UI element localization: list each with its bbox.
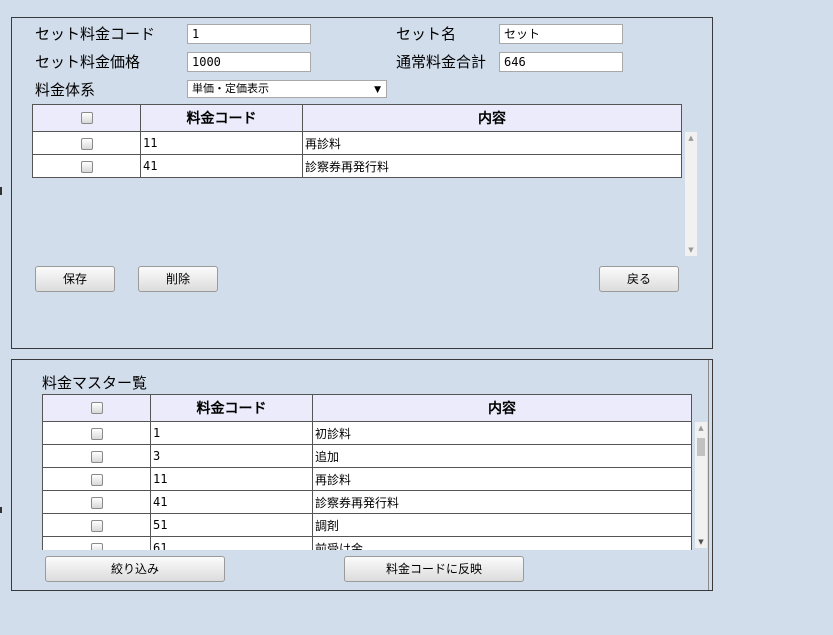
row-code: 11	[140, 131, 303, 155]
table-row[interactable]: 61 前受け金	[42, 536, 692, 550]
row-code: 41	[150, 490, 313, 514]
set-fee-edit-panel: セット料金コード 1 セット名 セット セット料金価格 1000 通常料金合計 …	[11, 17, 713, 349]
set-table-scrollbar[interactable]: ▲ ▼	[685, 132, 697, 256]
fee-system-selected-value: 単価・定価表示	[192, 82, 269, 95]
select-all-cell	[32, 104, 141, 132]
delete-button[interactable]: 削除	[138, 266, 218, 292]
row-checkbox[interactable]	[90, 427, 103, 440]
set-code-input[interactable]: 1	[187, 24, 311, 44]
table-row[interactable]: 3 追加	[42, 444, 692, 468]
table-row[interactable]: 11 再診料	[42, 467, 692, 491]
row-content: 再診料	[312, 467, 692, 491]
scroll-up-icon[interactable]: ▲	[695, 422, 707, 434]
row-checkbox[interactable]	[90, 450, 103, 463]
row-checkbox-cell	[42, 490, 151, 514]
row-content: 初診料	[312, 421, 692, 445]
row-checkbox[interactable]	[80, 160, 93, 173]
row-checkbox-cell	[42, 421, 151, 445]
row-content: 追加	[312, 444, 692, 468]
filter-button[interactable]: 絞り込み	[45, 556, 225, 582]
row-checkbox[interactable]	[90, 542, 103, 550]
set-name-input[interactable]: セット	[499, 24, 623, 44]
fee-system-label: 料金体系	[35, 81, 96, 99]
row-content: 再診料	[302, 131, 682, 155]
normal-total-input[interactable]: 646	[499, 52, 623, 72]
save-button[interactable]: 保存	[35, 266, 115, 292]
column-header-content: 内容	[312, 394, 692, 422]
fee-master-table: 料金コード 内容 1 初診料 3 追加 11 再診料 41 診察券再発行料 51…	[42, 394, 692, 550]
row-checkbox-cell	[42, 536, 151, 550]
row-checkbox[interactable]	[90, 473, 103, 486]
row-checkbox[interactable]	[80, 137, 93, 150]
back-button[interactable]: 戻る	[599, 266, 679, 292]
set-price-input[interactable]: 1000	[187, 52, 311, 72]
column-header-content: 内容	[302, 104, 682, 132]
row-code: 51	[150, 513, 313, 537]
table-row[interactable]: 41 診察券再発行料	[32, 154, 682, 178]
select-all-cell	[42, 394, 151, 422]
row-checkbox-cell	[42, 513, 151, 537]
row-checkbox[interactable]	[90, 496, 103, 509]
set-price-label: セット料金価格	[35, 53, 141, 71]
select-all-checkbox[interactable]	[80, 112, 93, 124]
set-name-label: セット名	[396, 25, 457, 43]
row-checkbox-cell	[32, 131, 141, 155]
scroll-thumb[interactable]	[697, 438, 705, 456]
fee-master-title: 料金マスター覧	[42, 374, 148, 392]
set-items-table: 料金コード 内容 11 再診料 41 診察券再発行料	[32, 104, 682, 178]
dropdown-arrow-icon: ▼	[374, 85, 381, 95]
row-code: 41	[140, 154, 303, 178]
scroll-down-icon[interactable]: ▼	[685, 244, 697, 256]
row-code: 11	[150, 467, 313, 491]
row-code: 3	[150, 444, 313, 468]
fee-master-list-viewport: 料金コード 内容 1 初診料 3 追加 11 再診料 41 診察券再発行料 51…	[42, 394, 694, 550]
table-row[interactable]: 11 再診料	[32, 131, 682, 155]
table-row[interactable]: 1 初診料	[42, 421, 692, 445]
row-checkbox-cell	[32, 154, 141, 178]
scroll-up-icon[interactable]: ▲	[685, 132, 697, 144]
window-edge-mark	[0, 187, 2, 195]
row-code: 61	[150, 536, 313, 550]
row-content: 前受け金	[312, 536, 692, 550]
column-header-code: 料金コード	[150, 394, 313, 422]
fee-system-select[interactable]: 単価・定価表示 ▼	[187, 80, 387, 98]
set-code-label: セット料金コード	[35, 25, 156, 43]
table-header-row: 料金コード 内容	[42, 394, 692, 422]
window-edge-mark	[0, 507, 2, 513]
row-content: 調剤	[312, 513, 692, 537]
row-checkbox-cell	[42, 467, 151, 491]
table-row[interactable]: 41 診察券再発行料	[42, 490, 692, 514]
row-code: 1	[150, 421, 313, 445]
table-header-row: 料金コード 内容	[32, 104, 682, 132]
row-checkbox[interactable]	[90, 519, 103, 532]
fee-master-scrollbar[interactable]: ▲ ▼	[695, 422, 707, 548]
row-content: 診察券再発行料	[302, 154, 682, 178]
table-row[interactable]: 51 調剤	[42, 513, 692, 537]
fee-master-list-panel: 料金マスター覧 料金コード 内容 1 初診料 3 追加 11 再診料 41 診察…	[11, 359, 713, 591]
select-all-checkbox[interactable]	[90, 402, 103, 414]
row-checkbox-cell	[42, 444, 151, 468]
scroll-down-icon[interactable]: ▼	[695, 536, 707, 548]
normal-total-label: 通常料金合計	[396, 53, 487, 71]
row-content: 診察券再発行料	[312, 490, 692, 514]
column-header-code: 料金コード	[140, 104, 303, 132]
apply-to-fee-code-button[interactable]: 料金コードに反映	[344, 556, 524, 582]
